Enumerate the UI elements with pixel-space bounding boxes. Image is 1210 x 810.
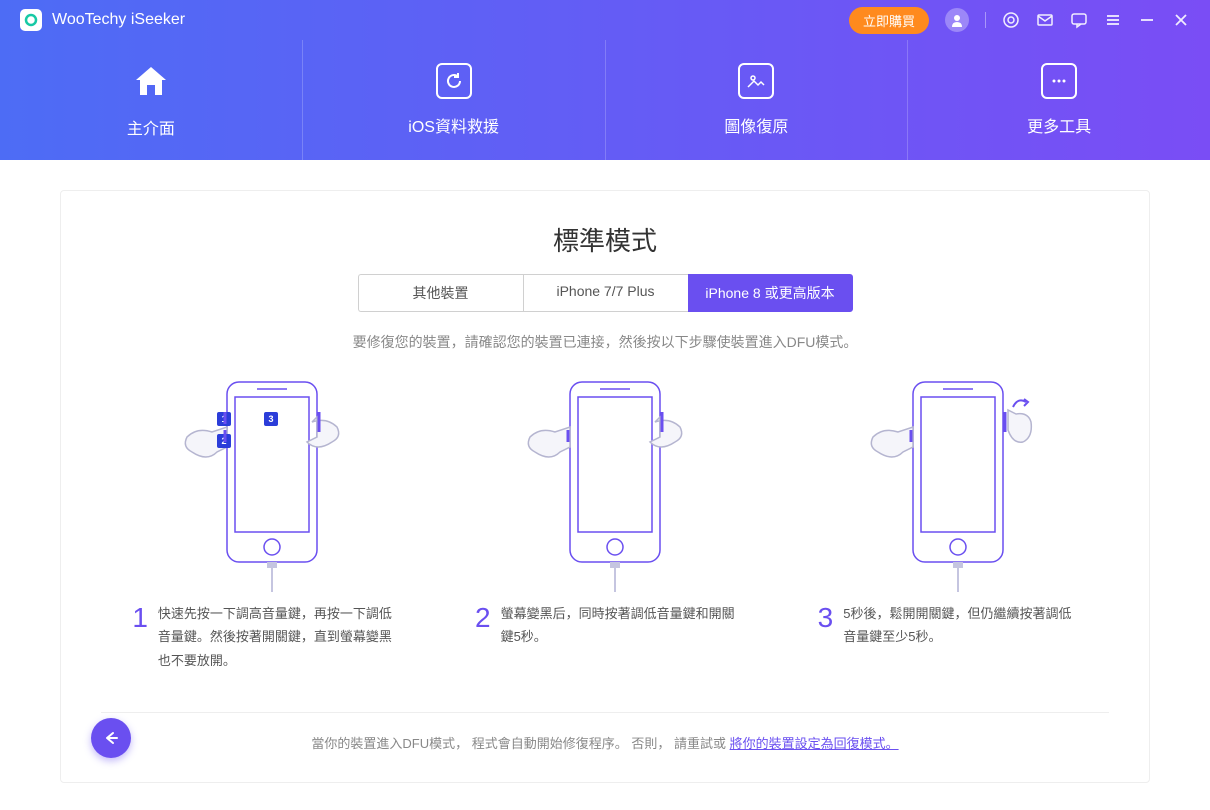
device-tabs: 其他裝置 iPhone 7/7 Plus iPhone 8 或更高版本 [101,274,1109,312]
content-card: 標準模式 其他裝置 iPhone 7/7 Plus iPhone 8 或更高版本… [60,190,1150,783]
nav-label: 圖像復原 [724,113,788,137]
titlebar: WooTechy iSeeker 立即購買 [0,0,1210,40]
step-1: 1 2 3 1 快速先按一下調高音量鍵，再按一下調低音量鍵。然後按著開關鍵，直到… [101,372,424,672]
recovery-mode-link[interactable]: 將你的裝置設定為回復模式。 [730,736,899,751]
footer-prefix: 當你的裝置進入DFU模式， 程式會自動開始修復程序。 否則， 請重試或 [311,736,726,751]
feedback-icon[interactable] [1070,11,1088,29]
step-2: 2 螢幕變黑后，同時按著調低音量鍵和開關鍵5秒。 [444,372,767,672]
close-icon[interactable] [1172,11,1190,29]
mail-icon[interactable] [1036,11,1054,29]
buy-button[interactable]: 立即購買 [849,7,929,34]
menu-icon[interactable] [1104,11,1122,29]
step-number: 1 [132,602,148,634]
home-icon [131,61,171,101]
more-icon [1041,63,1077,99]
step-number: 3 [818,602,834,634]
nav-tab-ios-recovery[interactable]: iOS資料救援 [303,40,606,160]
step-number: 2 [475,602,491,634]
image-icon [738,63,774,99]
target-icon[interactable] [1002,11,1020,29]
device-tab-other[interactable]: 其他裝置 [358,274,523,312]
footer-text: 當你的裝置進入DFU模式， 程式會自動開始修復程序。 否則， 請重試或 將你的裝… [101,712,1109,752]
instruction-text: 要修復您的裝置，請確認您的裝置已連接，然後按以下步驟使裝置進入DFU模式。 [101,332,1109,352]
step-3: 3 5秒後，鬆開開關鍵，但仍繼續按著調低音量鍵至少5秒。 [786,372,1109,672]
nav-tabs: 主介面 iOS資料救援 圖像復原 更多工具 [0,40,1210,160]
minimize-icon[interactable] [1138,11,1156,29]
refresh-icon [436,63,472,99]
device-tab-iphone8[interactable]: iPhone 8 或更高版本 [688,274,853,312]
phone-illustration-1: 1 2 3 [162,372,362,592]
nav-tab-image-restore[interactable]: 圖像復原 [606,40,909,160]
step-description: 螢幕變黑后，同時按著調低音量鍵和開關鍵5秒。 [501,602,735,649]
user-avatar-icon[interactable] [945,8,969,32]
step-description: 快速先按一下調高音量鍵，再按一下調低音量鍵。然後按著開關鍵，直到螢幕變黑也不要放… [158,602,392,672]
phone-illustration-3 [848,372,1048,592]
nav-label: 更多工具 [1027,113,1091,137]
mode-title: 標準模式 [101,221,1109,258]
step-description: 5秒後，鬆開開關鍵，但仍繼續按著調低音量鍵至少5秒。 [843,602,1077,649]
divider [985,12,986,28]
steps-row: 1 2 3 1 快速先按一下調高音量鍵，再按一下調低音量鍵。然後按著開關鍵，直到… [101,372,1109,672]
device-tab-iphone7[interactable]: iPhone 7/7 Plus [523,274,688,312]
svg-text:3: 3 [269,414,274,424]
arrow-left-icon [102,729,120,747]
app-logo-icon [20,9,42,31]
phone-illustration-2 [505,372,705,592]
app-title: WooTechy iSeeker [52,11,185,29]
nav-tab-more-tools[interactable]: 更多工具 [908,40,1210,160]
nav-tab-home[interactable]: 主介面 [0,40,303,160]
nav-label: iOS資料救援 [408,113,499,137]
nav-label: 主介面 [127,115,175,139]
back-button[interactable] [91,718,131,758]
